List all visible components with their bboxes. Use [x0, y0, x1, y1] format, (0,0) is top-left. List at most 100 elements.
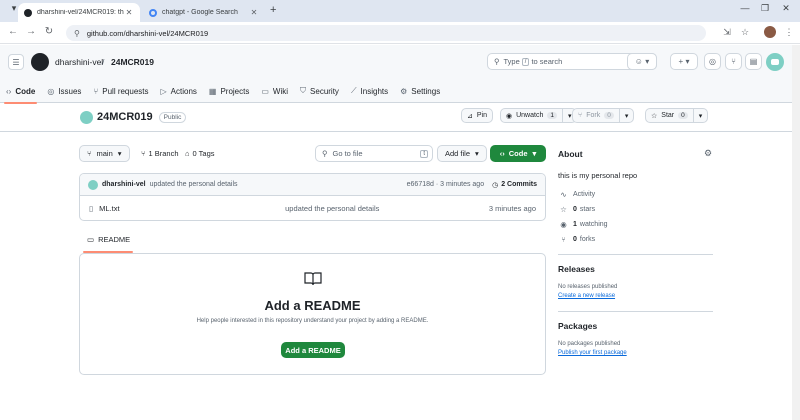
chevron-down-icon[interactable]: ▾	[692, 109, 708, 122]
tab-projects[interactable]: ▦ Projects	[203, 79, 255, 103]
tab-code[interactable]: ‹› Code	[0, 79, 41, 104]
repo-title[interactable]: 24MCR019	[97, 111, 153, 123]
shield-icon: ⛉	[300, 86, 307, 95]
tab-settings[interactable]: ⚙ Settings	[394, 79, 446, 103]
tab-pull-requests[interactable]: ⑂ Pull requests	[87, 79, 154, 103]
visibility-badge: Public	[158, 111, 187, 123]
watch-button[interactable]: ◉ Unwatch 1 ▾	[500, 108, 578, 123]
star-button[interactable]: ☆ Star 0 ▾	[645, 108, 709, 123]
tab-label: Security	[310, 86, 339, 96]
breadcrumb-owner[interactable]: dharshini-vel	[55, 57, 103, 67]
file-commit-message[interactable]: updated the personal details	[285, 204, 489, 213]
fork-icon: ⑂	[578, 112, 583, 119]
site-info-icon[interactable]: ⚲	[74, 29, 80, 38]
releases-heading[interactable]: Releases	[558, 264, 595, 274]
back-icon[interactable]: ←	[6, 26, 20, 37]
add-file-button[interactable]: Add file ▾	[437, 145, 487, 162]
commits-link[interactable]: 2 Commits	[501, 181, 537, 188]
pull-requests-button[interactable]: ⑂	[725, 53, 742, 70]
reload-icon[interactable]: ↻	[42, 26, 56, 37]
close-tab-icon[interactable]: ✕	[249, 8, 259, 17]
publish-package-link[interactable]: Publish your first package	[558, 350, 627, 356]
packages-heading[interactable]: Packages	[558, 321, 597, 331]
tab-actions[interactable]: ▷ Actions	[155, 79, 203, 103]
activity-link[interactable]: ∿ Activity	[558, 190, 595, 199]
restore-icon[interactable]: ❐	[755, 3, 775, 14]
code-button[interactable]: ‹› Code ▾	[490, 145, 546, 162]
shortcut-key: t	[420, 149, 428, 158]
address-bar[interactable]: ⚲ github.com/dharshini-vel/24MCR019	[66, 25, 706, 41]
file-name[interactable]: ML.txt	[99, 204, 285, 213]
gear-icon: ⚙	[400, 86, 408, 96]
issues-button[interactable]: ◎	[704, 53, 721, 70]
browser-tab-title: chatgpt - Google Search	[162, 9, 238, 16]
fork-button[interactable]: ⑂ Fork 0 ▾	[572, 108, 635, 123]
github-header: ☰ dharshini-vel / 24MCR019 ⚲ Type / to s…	[0, 45, 800, 104]
go-to-file-input[interactable]: ⚲ Go to file t	[315, 145, 433, 162]
bookmark-star-icon[interactable]: ☆	[738, 27, 752, 38]
add-readme-button[interactable]: Add a README	[281, 342, 345, 358]
star-icon: ☆	[560, 205, 567, 214]
create-new-button[interactable]: + ▾	[670, 53, 698, 70]
watchers-link[interactable]: ◉ 1 watching	[558, 220, 607, 229]
breadcrumb-repo[interactable]: 24MCR019	[111, 57, 154, 67]
user-avatar[interactable]	[766, 53, 784, 71]
commit-message[interactable]: updated the personal details	[150, 181, 407, 188]
github-favicon-icon	[24, 8, 32, 17]
repo-nav: ‹› Code ◎ Issues ⑂ Pull requests ▷ Actions ▦ Proj…	[0, 79, 446, 104]
forward-icon[interactable]: →	[24, 26, 38, 37]
tab-issues[interactable]: ◎ Issues	[41, 79, 87, 103]
close-window-icon[interactable]: ✕	[776, 3, 796, 14]
tab-search-icon[interactable]: ▾	[4, 3, 24, 14]
commit-meta[interactable]: e66718d · 3 minutes ago	[407, 181, 484, 188]
new-tab-button[interactable]: +	[270, 4, 276, 16]
chevron-down-icon: ▾	[685, 57, 690, 66]
tab-insights[interactable]: ⟋ Insights	[345, 79, 394, 103]
tab-label: Wiki	[272, 86, 289, 96]
repo-heading: 24MCR019 Public	[80, 108, 187, 126]
page-scrollbar[interactable]	[792, 45, 800, 420]
tab-security[interactable]: ⛉ Security	[294, 79, 345, 103]
copilot-icon: ☺ ▾	[634, 57, 650, 66]
repo-owner-avatar[interactable]	[80, 110, 93, 124]
readme-tab[interactable]: ▭ README	[87, 235, 130, 244]
settings-gear-icon[interactable]: ⚙	[704, 148, 712, 159]
file-row: ▯ ML.txt updated the personal details 3 …	[80, 196, 545, 220]
commit-author[interactable]: dharshini-vel	[102, 181, 146, 188]
about-description: this is my personal repo	[558, 171, 638, 180]
copilot-button[interactable]: ☺ ▾	[627, 53, 657, 70]
chevron-down-icon[interactable]: ▾	[618, 109, 634, 122]
browser-tabstrip: dharshini-vel/24MCR019: this is ✕ chatgp…	[0, 0, 800, 22]
create-release-link[interactable]: Create a new release	[558, 293, 615, 299]
install-app-icon[interactable]: ⇲	[720, 27, 734, 38]
menu-kebab-icon[interactable]: ⋮	[782, 27, 796, 38]
browser-profile-avatar[interactable]	[764, 26, 776, 38]
github-logo-icon[interactable]	[31, 53, 49, 71]
divider	[0, 131, 800, 132]
browser-tab-github[interactable]: dharshini-vel/24MCR019: this is ✕	[18, 3, 140, 22]
minimize-icon[interactable]: —	[735, 3, 755, 13]
branch-select[interactable]: ⑂ main ▾	[79, 145, 130, 162]
stars-link[interactable]: ☆ 0 stars	[558, 205, 595, 214]
branches-link[interactable]: ⑂ 1 Branch	[141, 149, 179, 158]
forks-link[interactable]: ⑂ 0 forks	[558, 235, 595, 244]
readme-title: Add a README	[264, 298, 361, 313]
pin-button[interactable]: ⊿ Pin	[461, 108, 493, 123]
breadcrumb-separator: /	[102, 57, 105, 67]
author-avatar[interactable]	[88, 179, 98, 190]
chevron-down-icon: ▾	[117, 149, 122, 158]
star-icon: ☆	[651, 112, 658, 120]
tab-label: Insights	[360, 86, 389, 96]
identicon-icon	[771, 59, 779, 65]
file-list: dharshini-vel updated the personal detai…	[79, 173, 546, 221]
hamburger-menu-icon[interactable]: ☰	[8, 54, 24, 70]
tab-wiki[interactable]: ▭ Wiki	[255, 79, 294, 103]
code-icon: ‹›	[499, 149, 505, 158]
book-icon	[304, 272, 322, 286]
tags-link[interactable]: ⌂ 0 Tags	[185, 149, 215, 158]
browser-tab-google[interactable]: chatgpt - Google Search ✕	[143, 3, 265, 22]
branch-icon: ⑂	[141, 149, 146, 158]
close-tab-icon[interactable]: ✕	[124, 8, 134, 17]
packages-empty: No packages published	[558, 341, 621, 347]
inbox-button[interactable]: ▤	[745, 53, 762, 70]
